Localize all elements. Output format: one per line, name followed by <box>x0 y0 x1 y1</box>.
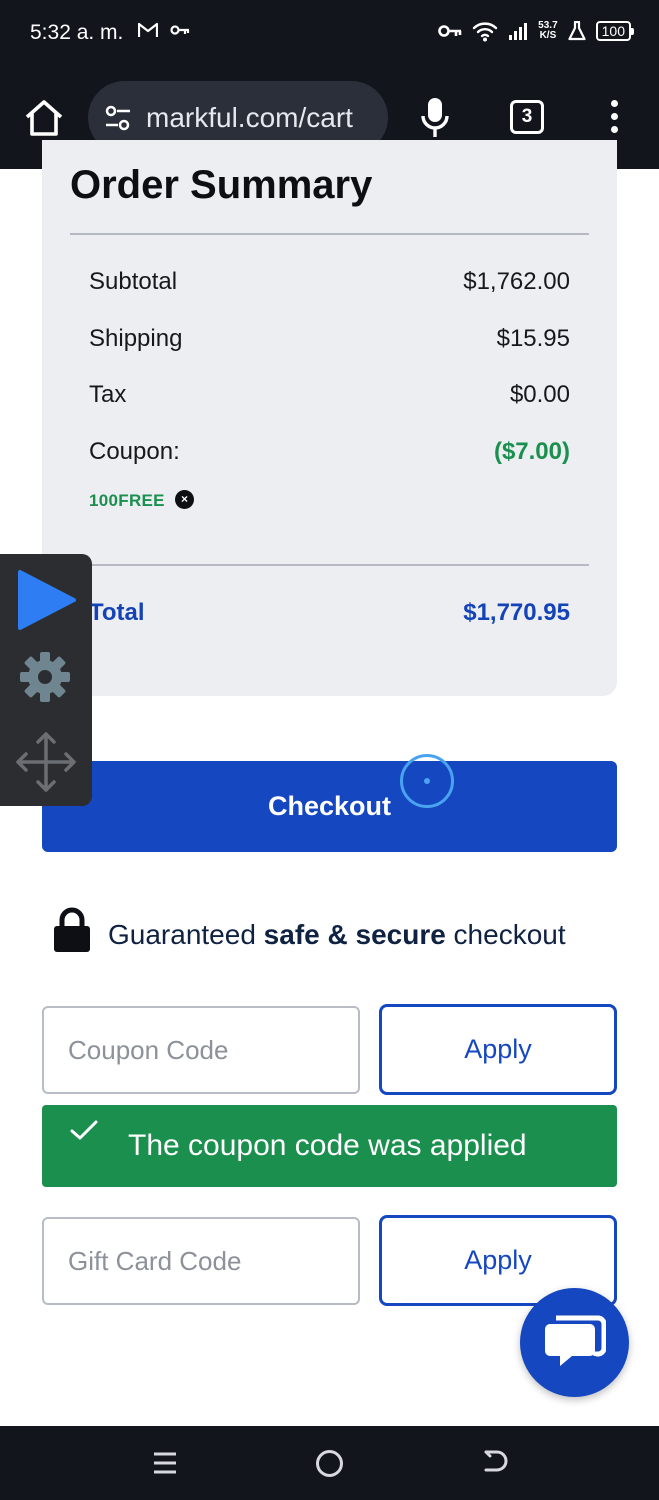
subtotal-value: $1,762.00 <box>463 268 570 295</box>
total-value: $1,770.95 <box>463 599 570 626</box>
gmail-icon <box>138 22 158 37</box>
tax-label: Tax <box>89 381 127 408</box>
microphone-icon[interactable] <box>420 96 450 140</box>
floating-tool-panel <box>0 554 92 806</box>
gear-icon[interactable] <box>18 650 72 704</box>
total-divider <box>70 564 589 566</box>
wifi-icon <box>472 22 498 42</box>
overflow-menu-icon[interactable] <box>604 100 624 140</box>
summary-divider <box>70 233 589 235</box>
status-right-icons: 53.7 K/S 100 <box>438 20 635 42</box>
battery-icon: 100 <box>595 21 635 41</box>
system-nav-bar <box>0 1426 659 1500</box>
coupon-code-input[interactable] <box>42 1006 360 1094</box>
move-icon[interactable] <box>14 730 78 794</box>
recents-icon[interactable] <box>152 1450 178 1476</box>
site-settings-icon[interactable] <box>104 105 132 131</box>
tax-value: $0.00 <box>509 381 570 408</box>
gift-card-code-input[interactable] <box>42 1217 360 1305</box>
checkmark-icon <box>70 1120 98 1140</box>
coupon-success-alert: The coupon code was applied <box>42 1105 617 1187</box>
checkout-button[interactable]: Checkout <box>42 761 617 852</box>
back-icon[interactable] <box>480 1448 508 1478</box>
status-time: 5:32 a. m. <box>30 21 124 44</box>
coupon-label: Coupon: <box>89 438 180 465</box>
coupon-success-message: The coupon code was applied <box>128 1129 527 1162</box>
url-text[interactable]: markful.com/cart <box>146 102 353 134</box>
play-icon[interactable] <box>16 568 76 632</box>
status-bar: 5:32 a. m. 53.7 K/S 100 <box>0 0 659 66</box>
total-label: Total <box>89 599 145 626</box>
applied-coupon-code: 100FREE <box>89 491 165 510</box>
chat-button[interactable] <box>520 1288 629 1397</box>
coupon-discount-value: ($7.00) <box>493 438 570 465</box>
order-summary-title: Order Summary <box>70 163 373 207</box>
key-icon <box>170 25 190 35</box>
touch-indicator <box>400 754 454 808</box>
home-nav-icon[interactable] <box>316 1450 343 1477</box>
remove-coupon-icon[interactable]: × <box>175 490 194 509</box>
home-icon[interactable] <box>22 96 66 140</box>
subtotal-label: Subtotal <box>89 268 178 295</box>
shipping-label: Shipping <box>89 325 183 352</box>
signal-icon <box>509 23 528 40</box>
net-speed: 53.7 K/S <box>538 20 558 41</box>
secure-checkout-text: Guaranteed safe & secure checkout <box>108 919 566 950</box>
shipping-value: $15.95 <box>496 325 570 352</box>
key-icon <box>438 25 462 37</box>
chat-icon <box>545 1315 606 1366</box>
flask-icon <box>568 21 586 41</box>
apply-coupon-button[interactable]: Apply <box>379 1004 617 1095</box>
status-left-icons <box>138 22 190 38</box>
tab-switcher-button[interactable]: 3 <box>510 100 544 134</box>
lock-icon <box>54 907 90 952</box>
